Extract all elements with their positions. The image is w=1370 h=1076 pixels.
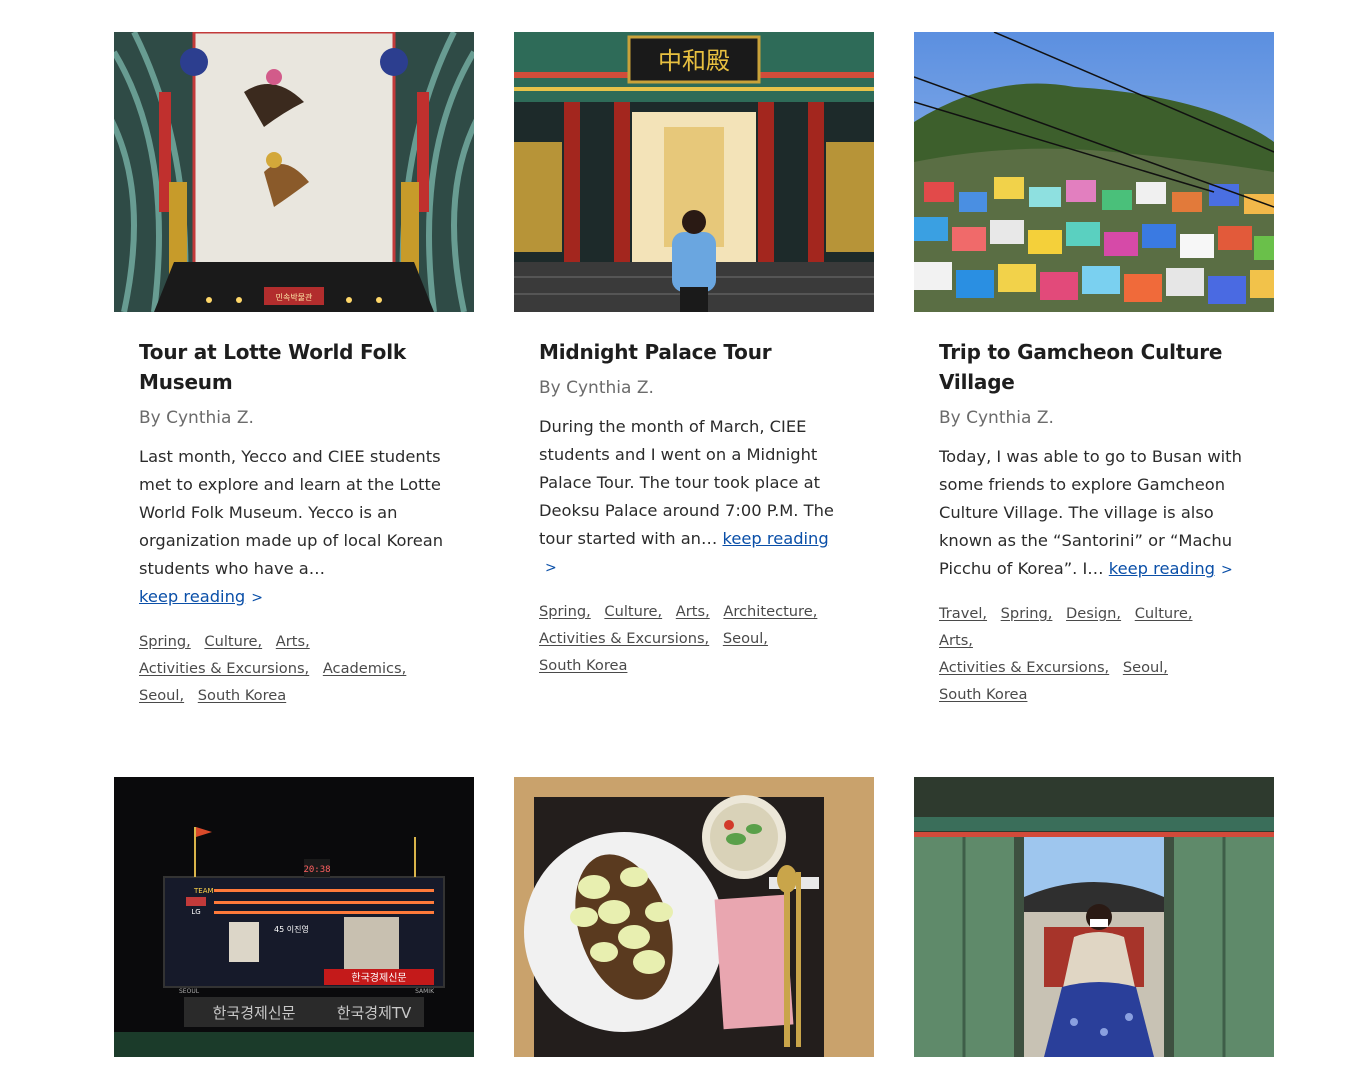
keep-reading-link[interactable]: keep reading: [1109, 559, 1215, 578]
keep-reading-link[interactable]: keep reading: [139, 587, 245, 606]
tag-link[interactable]: South Korea: [939, 681, 1027, 708]
scoreboard-player: 45 이진영: [274, 924, 309, 934]
tag-link[interactable]: Design,: [1066, 600, 1121, 627]
tag-link[interactable]: South Korea: [539, 652, 627, 679]
post-tags: Travel, Spring, Design, Culture, Arts, A…: [939, 600, 1249, 708]
stadium-samik-label: SAMIK: [415, 988, 435, 995]
tag-link[interactable]: Spring,: [139, 628, 191, 655]
palace-sign-text: 中和殿: [658, 47, 730, 75]
post-card-1: 민속박물관 Tour at Lotte World Folk Museum By…: [114, 32, 474, 709]
post-card-5: [514, 777, 874, 1057]
post-excerpt: Last month, Yecco and CIEE students met …: [139, 443, 449, 612]
tag-link[interactable]: Activities & Excursions,: [539, 625, 709, 652]
chevron-right-icon: >: [1221, 562, 1233, 578]
tag-link[interactable]: Seoul,: [139, 682, 184, 709]
keep-reading-link[interactable]: keep reading: [722, 529, 828, 548]
post-image-midnight-palace[interactable]: 中和殿: [514, 32, 874, 312]
post-card-2: 中和殿 Midnight Palace Tour By Cynthia Z. D…: [514, 32, 874, 679]
post-title[interactable]: Midnight Palace Tour: [539, 337, 849, 367]
post-author: By Cynthia Z.: [139, 408, 254, 428]
post-title[interactable]: Trip to Gamcheon Culture Village: [939, 337, 1249, 397]
post-image-lotte-folk-museum[interactable]: 민속박물관: [114, 32, 474, 312]
stadium-seoul-label: SEOUL: [179, 988, 200, 995]
tag-link[interactable]: Seoul,: [723, 625, 768, 652]
post-image-gamcheon-village[interactable]: [914, 32, 1274, 312]
chevron-right-icon: >: [545, 560, 557, 576]
post-image-baseball-scoreboard[interactable]: 20:38 TEAM LG 45 이진영 한국경제신문 한국경제신문 한국경제T…: [114, 777, 474, 1057]
tag-link[interactable]: Culture,: [1135, 600, 1193, 627]
stadium-banner-left: 한국경제신문: [213, 1004, 296, 1022]
tag-link[interactable]: Culture,: [604, 598, 662, 625]
tag-link[interactable]: South Korea: [198, 682, 286, 709]
tag-link[interactable]: Spring,: [1001, 600, 1053, 627]
post-tags: Spring, Culture, Arts, Activities & Excu…: [139, 628, 449, 709]
stadium-banner-right: 한국경제TV: [337, 1004, 412, 1022]
tag-link[interactable]: Culture,: [204, 628, 262, 655]
tag-link[interactable]: Arts,: [676, 598, 710, 625]
tag-link[interactable]: Activities & Excursions,: [139, 655, 309, 682]
post-image-hanbok-gate[interactable]: [914, 777, 1274, 1057]
tag-link[interactable]: Travel,: [939, 600, 987, 627]
tag-link[interactable]: Arts,: [939, 627, 973, 654]
post-author: By Cynthia Z.: [539, 378, 654, 398]
tag-link[interactable]: Activities & Excursions,: [939, 654, 1109, 681]
tag-link[interactable]: Spring,: [539, 598, 591, 625]
post-card-6: [914, 777, 1274, 1057]
post-image-korean-meal[interactable]: [514, 777, 874, 1057]
post-tags: Spring, Culture, Arts, Architecture, Act…: [539, 598, 849, 679]
post-excerpt: Today, I was able to go to Busan with so…: [939, 443, 1249, 584]
excerpt-text: Last month, Yecco and CIEE students met …: [139, 447, 444, 578]
museum-sign-text: 민속박물관: [276, 292, 313, 302]
tag-link[interactable]: Arts,: [276, 628, 310, 655]
post-author: By Cynthia Z.: [939, 408, 1054, 428]
scoreboard-team-label: TEAM: [193, 887, 214, 895]
scoreboard-team-lg: LG: [191, 908, 200, 916]
tag-link[interactable]: Academics,: [323, 655, 406, 682]
tag-link[interactable]: Seoul,: [1123, 654, 1168, 681]
tag-link[interactable]: Architecture,: [723, 598, 817, 625]
scoreboard-sponsor-text: 한국경제신문: [351, 971, 406, 984]
post-card-3: Trip to Gamcheon Culture Village By Cynt…: [914, 32, 1274, 708]
post-excerpt: During the month of March, CIEE students…: [539, 413, 849, 582]
post-title[interactable]: Tour at Lotte World Folk Museum: [139, 337, 449, 397]
chevron-right-icon: >: [251, 590, 263, 606]
post-card-4: 20:38 TEAM LG 45 이진영 한국경제신문 한국경제신문 한국경제T…: [114, 777, 474, 1057]
scoreboard-time: 20:38: [303, 865, 330, 875]
